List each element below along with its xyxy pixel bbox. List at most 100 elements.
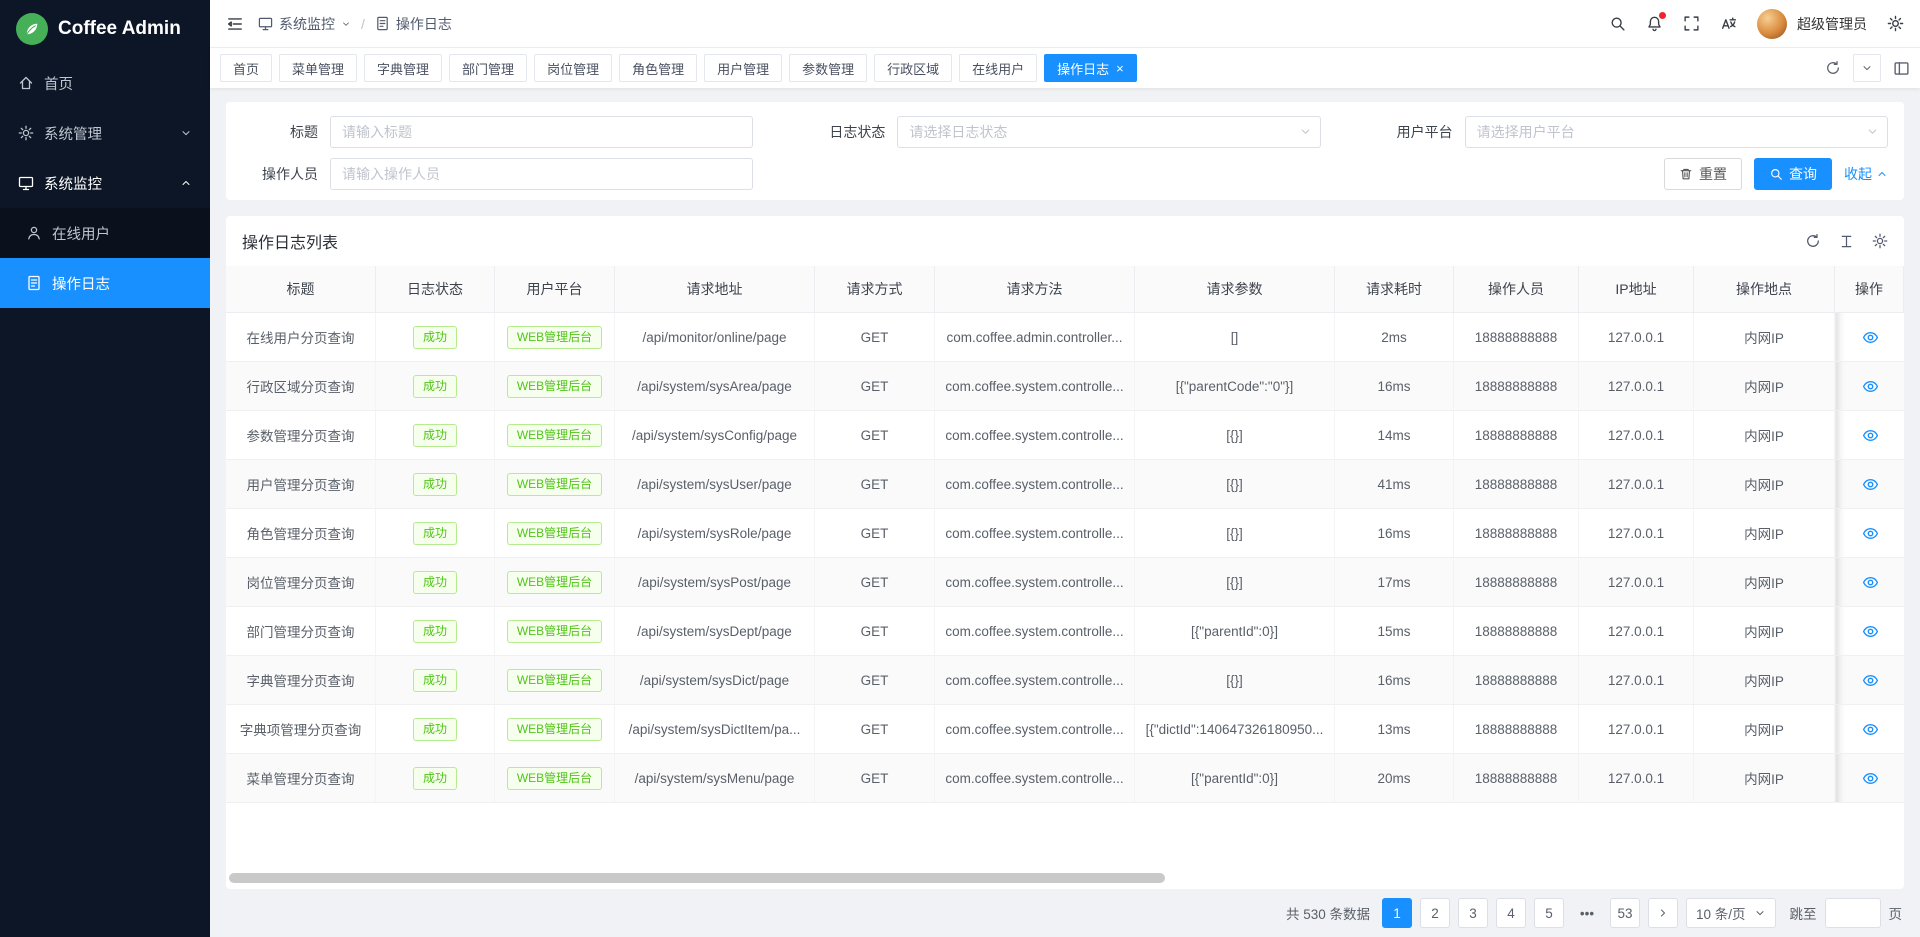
table-row[interactable]: 字典项管理分页查询 成功 WEB管理后台 /api/system/sysDict… bbox=[226, 705, 1904, 754]
settings-gear-icon[interactable] bbox=[1887, 15, 1904, 32]
view-detail-eye-icon[interactable] bbox=[1862, 427, 1879, 444]
tab[interactable]: 岗位管理 × bbox=[534, 54, 612, 82]
chevron-up-icon bbox=[180, 177, 192, 189]
user-platform-select[interactable] bbox=[1465, 116, 1888, 148]
jump-page-input[interactable] bbox=[1825, 898, 1881, 928]
cell-operator: 18888888888 bbox=[1454, 313, 1579, 361]
cell-user-platform: WEB管理后台 bbox=[495, 705, 615, 753]
query-button[interactable]: 查询 bbox=[1754, 158, 1832, 190]
cell-ip-address: 127.0.0.1 bbox=[1579, 754, 1694, 802]
table-row[interactable]: 在线用户分页查询 成功 WEB管理后台 /api/monitor/online/… bbox=[226, 313, 1904, 362]
view-detail-eye-icon[interactable] bbox=[1862, 770, 1879, 787]
table-refresh-icon[interactable] bbox=[1805, 233, 1821, 249]
sidebar-item-system-management[interactable]: 系统管理 bbox=[0, 108, 210, 158]
view-detail-eye-icon[interactable] bbox=[1862, 672, 1879, 689]
table-density-icon[interactable] bbox=[1839, 234, 1854, 249]
tab[interactable]: 字典管理 × bbox=[364, 54, 442, 82]
cell-title: 字典管理分页查询 bbox=[226, 656, 376, 704]
cell-request-url: /api/system/sysMenu/page bbox=[615, 754, 815, 802]
sidebar-item-label: 在线用户 bbox=[52, 223, 110, 244]
page-size-select[interactable]: 10 条/页 bbox=[1686, 898, 1776, 928]
page-button[interactable]: 5 bbox=[1534, 898, 1564, 928]
tab[interactable]: 行政区域 × bbox=[874, 54, 952, 82]
tab[interactable]: 参数管理 × bbox=[789, 54, 867, 82]
tab[interactable]: 操作日志 × bbox=[1044, 54, 1137, 82]
username-label[interactable]: 超级管理员 bbox=[1797, 14, 1867, 34]
table-row[interactable]: 部门管理分页查询 成功 WEB管理后台 /api/system/sysDept/… bbox=[226, 607, 1904, 656]
tab[interactable]: 角色管理 × bbox=[619, 54, 697, 82]
view-detail-eye-icon[interactable] bbox=[1862, 574, 1879, 591]
table-row[interactable]: 行政区域分页查询 成功 WEB管理后台 /api/system/sysArea/… bbox=[226, 362, 1904, 411]
log-status-label: 日志状态 bbox=[809, 122, 897, 142]
table-row[interactable]: 菜单管理分页查询 成功 WEB管理后台 /api/system/sysMenu/… bbox=[226, 754, 1904, 803]
notification-bell-icon[interactable] bbox=[1646, 15, 1663, 32]
tab-label: 在线用户 bbox=[972, 59, 1024, 78]
tabs-dropdown-button[interactable] bbox=[1853, 54, 1881, 82]
table-settings-gear-icon[interactable] bbox=[1872, 233, 1888, 249]
log-list-card: 操作日志列表 标题 bbox=[226, 216, 1904, 889]
notification-badge bbox=[1659, 12, 1666, 19]
tab[interactable]: 用户管理 × bbox=[704, 54, 782, 82]
page-button[interactable]: 1 bbox=[1382, 898, 1412, 928]
status-badge: 成功 bbox=[413, 669, 457, 692]
column-header: 用户平台 bbox=[495, 266, 615, 312]
breadcrumb-item[interactable]: 系统监控 bbox=[279, 14, 335, 34]
table-row[interactable]: 参数管理分页查询 成功 WEB管理后台 /api/system/sysConfi… bbox=[226, 411, 1904, 460]
operator-input[interactable] bbox=[330, 158, 753, 190]
tab-bar: 首页 × 菜单管理 × 字典管理 × 部门管理 × bbox=[210, 48, 1920, 88]
page-button[interactable]: 3 bbox=[1458, 898, 1488, 928]
tab-close-icon[interactable]: × bbox=[1116, 62, 1124, 75]
table-row[interactable]: 角色管理分页查询 成功 WEB管理后台 /api/system/sysRole/… bbox=[226, 509, 1904, 558]
page-button[interactable]: 4 bbox=[1496, 898, 1526, 928]
view-detail-eye-icon[interactable] bbox=[1862, 476, 1879, 493]
title-input[interactable] bbox=[330, 116, 753, 148]
cell-title: 参数管理分页查询 bbox=[226, 411, 376, 459]
search-icon[interactable] bbox=[1609, 15, 1626, 32]
page-button[interactable]: 53 bbox=[1610, 898, 1640, 928]
next-page-button[interactable] bbox=[1648, 898, 1678, 928]
reset-button[interactable]: 重置 bbox=[1664, 158, 1742, 190]
cell-title: 字典项管理分页查询 bbox=[226, 705, 376, 753]
page-button[interactable]: ••• bbox=[1572, 898, 1602, 928]
chevron-down-icon bbox=[1754, 907, 1766, 919]
cell-request-params: [{"parentCode":"0"}] bbox=[1135, 362, 1335, 410]
page-button[interactable]: 2 bbox=[1420, 898, 1450, 928]
tab[interactable]: 菜单管理 × bbox=[279, 54, 357, 82]
collapse-toggle[interactable]: 收起 bbox=[1844, 164, 1888, 184]
sidebar-collapse-icon[interactable] bbox=[226, 15, 244, 33]
cell-title: 用户管理分页查询 bbox=[226, 460, 376, 508]
view-detail-eye-icon[interactable] bbox=[1862, 329, 1879, 346]
translate-icon[interactable] bbox=[1720, 15, 1737, 32]
cell-request-params: [{}] bbox=[1135, 411, 1335, 459]
tab-label: 用户管理 bbox=[717, 59, 769, 78]
table-row[interactable]: 用户管理分页查询 成功 WEB管理后台 /api/system/sysUser/… bbox=[226, 460, 1904, 509]
scrollbar-thumb[interactable] bbox=[229, 873, 1165, 883]
view-detail-eye-icon[interactable] bbox=[1862, 378, 1879, 395]
cell-request-url: /api/system/sysConfig/page bbox=[615, 411, 815, 459]
sidebar-item-online-users[interactable]: 在线用户 bbox=[0, 208, 210, 258]
user-avatar[interactable] bbox=[1757, 9, 1787, 39]
table-row[interactable]: 岗位管理分页查询 成功 WEB管理后台 /api/system/sysPost/… bbox=[226, 558, 1904, 607]
tab[interactable]: 部门管理 × bbox=[449, 54, 527, 82]
cell-location: 内网IP bbox=[1694, 313, 1835, 361]
table-row[interactable]: 字典管理分页查询 成功 WEB管理后台 /api/system/sysDict/… bbox=[226, 656, 1904, 705]
cell-request-url: /api/system/sysUser/page bbox=[615, 460, 815, 508]
cell-log-status: 成功 bbox=[376, 509, 495, 557]
sidebar-item-home[interactable]: 首页 bbox=[0, 58, 210, 108]
view-detail-eye-icon[interactable] bbox=[1862, 623, 1879, 640]
cell-request-method: GET bbox=[815, 509, 935, 557]
home-icon bbox=[18, 75, 34, 91]
sidebar-item-operation-log[interactable]: 操作日志 bbox=[0, 258, 210, 308]
content-layout-icon[interactable] bbox=[1893, 60, 1910, 77]
operator-label: 操作人员 bbox=[242, 164, 330, 184]
sidebar-item-system-monitor[interactable]: 系统监控 bbox=[0, 158, 210, 208]
fullscreen-icon[interactable] bbox=[1683, 15, 1700, 32]
view-detail-eye-icon[interactable] bbox=[1862, 721, 1879, 738]
tabs-refresh-icon[interactable] bbox=[1825, 60, 1841, 76]
view-detail-eye-icon[interactable] bbox=[1862, 525, 1879, 542]
tab[interactable]: 首页 × bbox=[220, 54, 272, 82]
cell-actions bbox=[1835, 705, 1904, 753]
log-status-select[interactable] bbox=[897, 116, 1320, 148]
tab[interactable]: 在线用户 × bbox=[959, 54, 1037, 82]
column-header: 日志状态 bbox=[376, 266, 495, 312]
